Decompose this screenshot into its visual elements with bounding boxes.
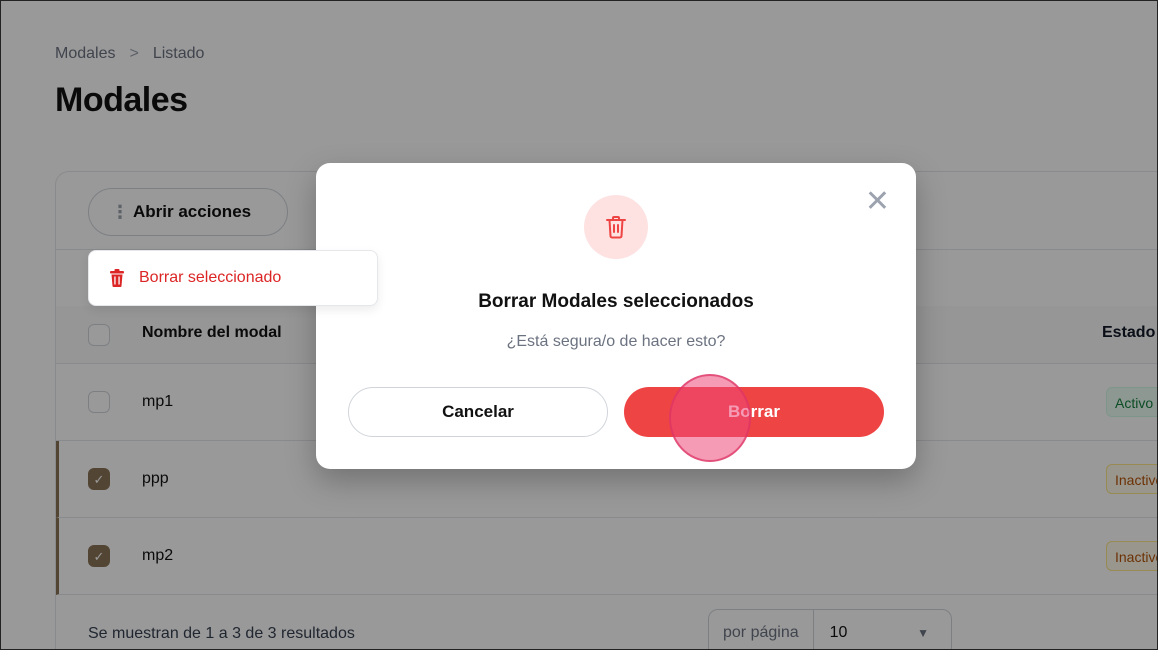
- click-indicator: [669, 374, 751, 462]
- modal-title: Borrar Modales seleccionados: [478, 291, 754, 312]
- confirm-delete-button[interactable]: Borrar: [624, 387, 884, 437]
- trash-outline-icon: [606, 216, 626, 239]
- modal-description: ¿Está segura/o de hacer esto?: [506, 333, 726, 350]
- cancel-button[interactable]: Cancelar: [348, 387, 608, 437]
- delete-selected-menu-item[interactable]: Borrar seleccionado: [88, 250, 378, 306]
- close-icon[interactable]: ✕: [865, 187, 890, 217]
- delete-selected-label: Borrar seleccionado: [139, 269, 282, 286]
- app-frame: Modales > Listado Modales ⋮ Abrir accion…: [0, 0, 1158, 650]
- modal-trash-icon: [584, 195, 648, 259]
- confirm-delete-modal: ✕ Borrar Modales seleccionados ¿Está seg…: [316, 163, 916, 469]
- trash-icon: [110, 269, 124, 287]
